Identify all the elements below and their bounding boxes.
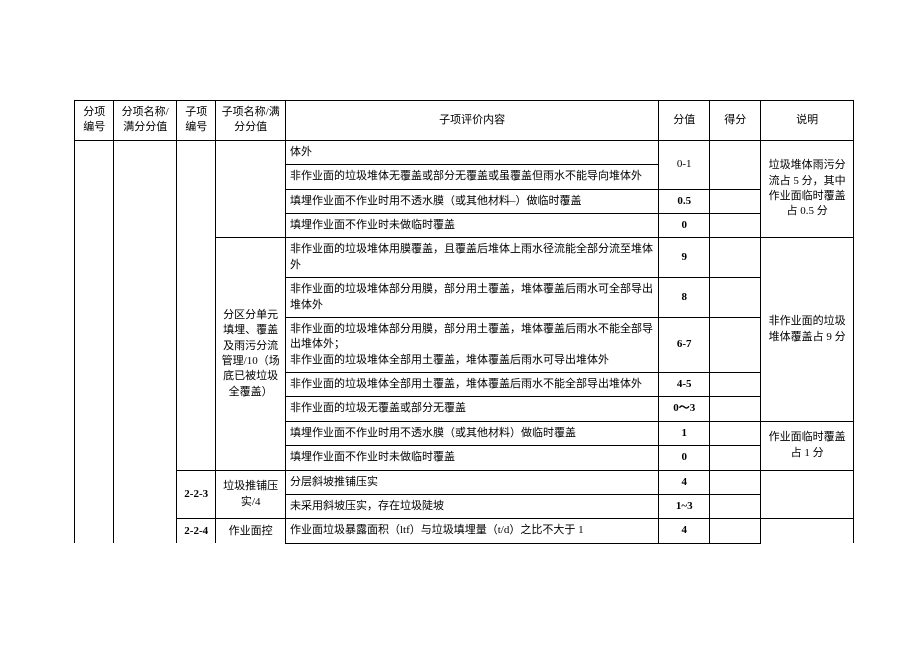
cell-content: 填埋作业面不作业时未做临时覆盖 (285, 213, 658, 237)
cell-score: 0.5 (659, 189, 710, 213)
cell-got (710, 317, 761, 372)
th-col3: 子项编号 (177, 101, 216, 141)
cell-content: 非作业面的垃圾堆体无覆盖或部分无覆盖或虽覆盖但雨水不能导向堆体外 (285, 165, 658, 189)
cell-subname-2: 分区分单元填埋、覆盖及雨污分流管理/10（场底已被垃圾全覆盖） (216, 238, 286, 470)
cell-score: 0～3 (659, 397, 710, 421)
cell-score: 1~3 (659, 495, 710, 519)
cell-score: 0 (659, 213, 710, 237)
cell-got (710, 238, 761, 278)
cell-got (710, 421, 761, 445)
scoring-table: 分项编号 分项名称/满分分值 子项编号 子项名称/满分分值 子项评价内容 分值 … (74, 100, 854, 544)
scoring-table-wrap: 分项编号 分项名称/满分分值 子项编号 子项名称/满分分值 子项评价内容 分值 … (74, 100, 854, 544)
cell-subname-4: 作业面控 (216, 519, 286, 543)
cell-score: 0 (659, 446, 710, 470)
cell-subno: 2-2-4 (177, 519, 216, 543)
cell-got (710, 213, 761, 237)
th-col4: 子项名称/满分分值 (216, 101, 286, 141)
cell-got (710, 373, 761, 397)
cell-content: 非作业面的垃圾堆体用膜覆盖，且覆盖后堆体上雨水径流能全部分流至堆体外 (285, 238, 658, 278)
cell-note: 垃圾堆体雨污分流占 5 分，其中作业面临时覆盖占 0.5 分 (761, 140, 854, 238)
cell-content-a: 非作业面的垃圾堆体部分用膜，部分用土覆盖，堆体覆盖后雨水不能全部导出堆体外； (290, 323, 653, 350)
cell-got (710, 446, 761, 470)
cell-score: 4 (659, 519, 710, 543)
cell-got (710, 470, 761, 494)
cell-content-b: 非作业面的垃圾堆体全部用土覆盖，堆体覆盖后雨水可导出堆体外 (290, 354, 609, 366)
cell-score: 4-5 (659, 373, 710, 397)
cell-content: 非作业面的垃圾堆体部分用膜，部分用土覆盖，堆体覆盖后雨水可全部导出堆体外 (285, 278, 658, 318)
cell-content: 体外 (285, 140, 658, 164)
th-col6: 分值 (659, 101, 710, 141)
cell-got (710, 189, 761, 213)
th-col5: 子项评价内容 (285, 101, 658, 141)
cell-score: 1 (659, 421, 710, 445)
cell-col2-empty (114, 140, 177, 543)
cell-content: 填埋作业面不作业时未做临时覆盖 (285, 446, 658, 470)
cell-score: 9 (659, 238, 710, 278)
cell-note: 非作业面的垃圾堆体覆盖占 9 分 (761, 238, 854, 422)
cell-got (710, 397, 761, 421)
cell-got (710, 495, 761, 519)
th-col8: 说明 (761, 101, 854, 141)
th-col1: 分项编号 (75, 101, 114, 141)
th-col2: 分项名称/满分分值 (114, 101, 177, 141)
cell-subname-1 (216, 140, 286, 238)
table-row: 2-2-4 作业面控 作业面垃圾暴露面积（ltf）与垃圾填埋量（t/d）之比不大… (75, 519, 854, 543)
cell-col1-empty (75, 140, 114, 543)
cell-got (710, 278, 761, 318)
cell-score: 0-1 (659, 140, 710, 189)
cell-content: 非作业面的垃圾无覆盖或部分无覆盖 (285, 397, 658, 421)
table-header-row: 分项编号 分项名称/满分分值 子项编号 子项名称/满分分值 子项评价内容 分值 … (75, 101, 854, 141)
cell-note (761, 470, 854, 519)
cell-note (761, 519, 854, 543)
cell-note: 作业面临时覆盖占 1 分 (761, 421, 854, 470)
cell-subno: 2-2-3 (177, 470, 216, 519)
cell-got (710, 519, 761, 543)
cell-content: 填埋作业面不作业时用不透水膜（或其他材料）做临时覆盖 (285, 421, 658, 445)
cell-score: 4 (659, 470, 710, 494)
cell-content: 未采用斜坡压实，存在垃圾陡坡 (285, 495, 658, 519)
table-row: 体外 0-1 垃圾堆体雨污分流占 5 分，其中作业面临时覆盖占 0.5 分 (75, 140, 854, 164)
cell-got (710, 140, 761, 189)
cell-content: 作业面垃圾暴露面积（ltf）与垃圾填埋量（t/d）之比不大于 1 (285, 519, 658, 543)
cell-subname-3: 垃圾推铺压实/4 (216, 470, 286, 519)
th-col7: 得分 (710, 101, 761, 141)
cell-score: 6-7 (659, 317, 710, 372)
cell-content: 非作业面的垃圾堆体全部用土覆盖，堆体覆盖后雨水不能全部导出堆体外 (285, 373, 658, 397)
cell-content: 分层斜坡推铺压实 (285, 470, 658, 494)
cell-content: 非作业面的垃圾堆体部分用膜，部分用土覆盖，堆体覆盖后雨水不能全部导出堆体外； 非… (285, 317, 658, 372)
cell-col3-empty (177, 140, 216, 470)
cell-content: 填埋作业面不作业时用不透水膜（或其他材料–）做临时覆盖 (285, 189, 658, 213)
cell-score: 8 (659, 278, 710, 318)
table-row: 2-2-3 垃圾推铺压实/4 分层斜坡推铺压实 4 (75, 470, 854, 494)
